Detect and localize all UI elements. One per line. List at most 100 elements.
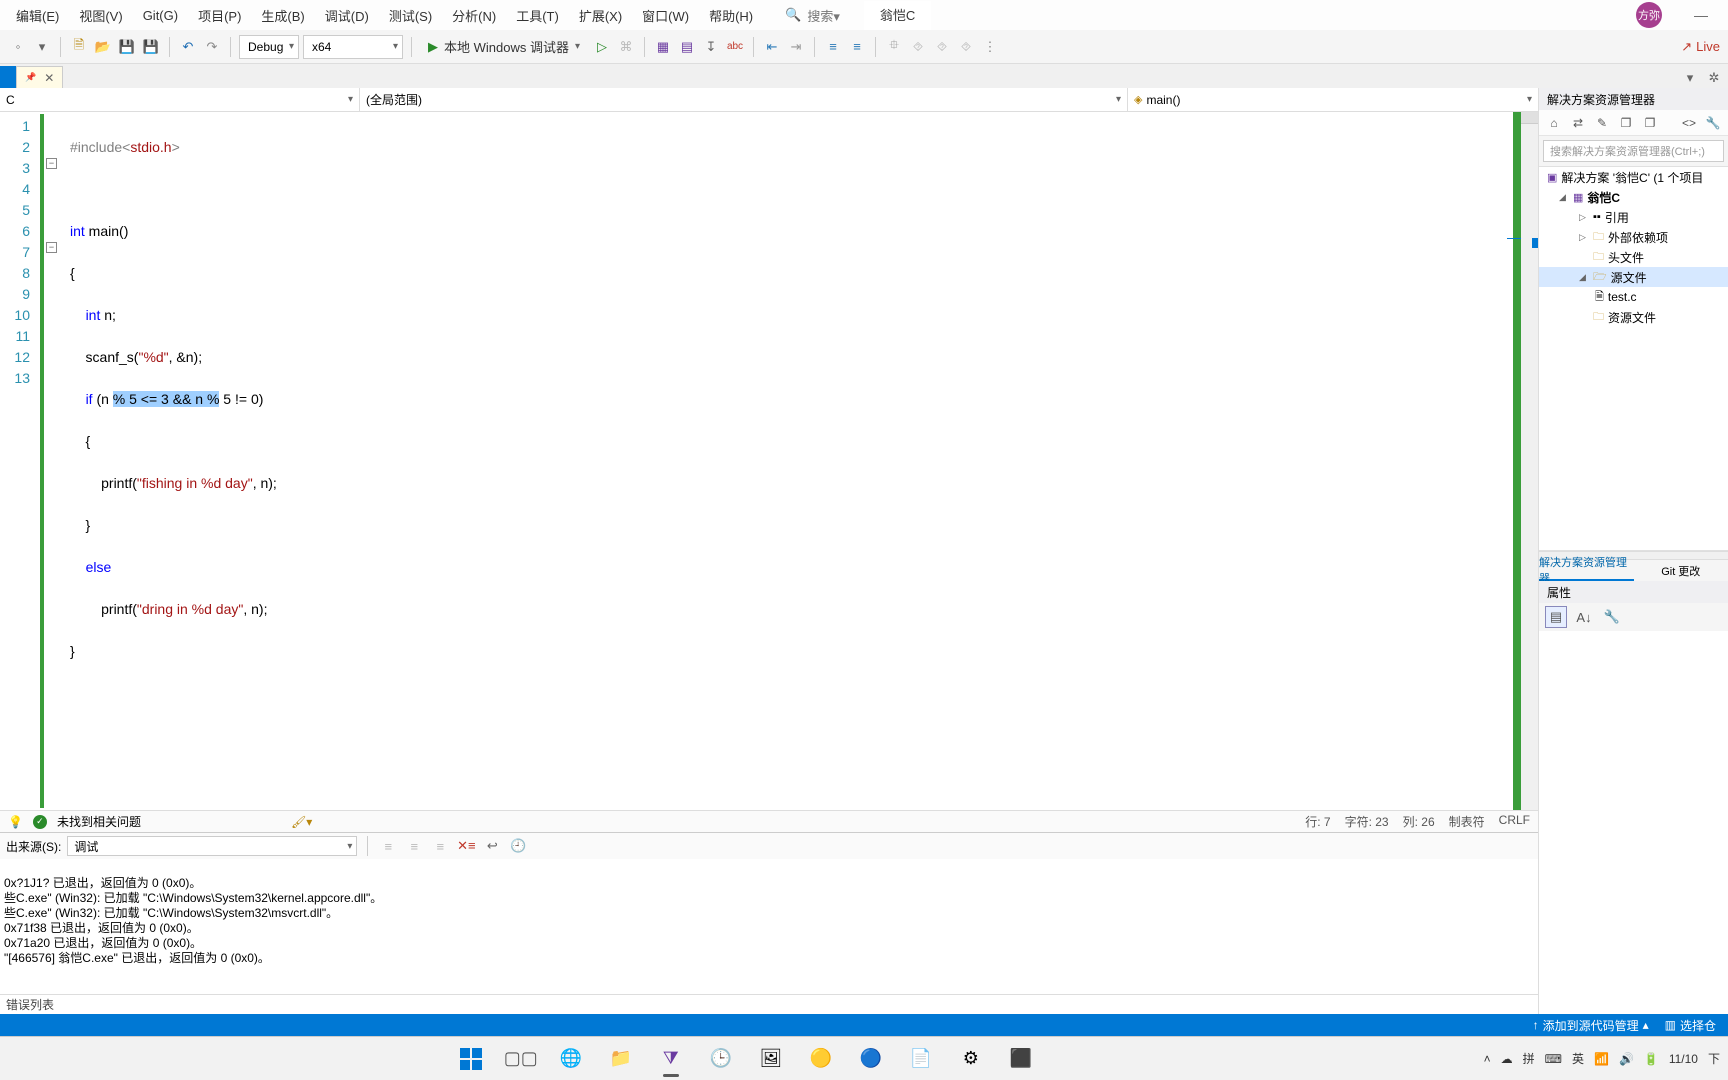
output-prev-icon[interactable]: ≡ [404, 836, 424, 856]
fwd-icon[interactable]: ▾ [32, 37, 52, 57]
open-icon[interactable]: 📂 [93, 37, 113, 57]
taskbar-taskview-icon[interactable]: ▢▢ [501, 1039, 541, 1079]
nav-project-combo[interactable]: C [0, 88, 360, 111]
live-share-button[interactable]: ↗ Live [1681, 39, 1720, 55]
pin-icon[interactable]: 📌 [25, 72, 36, 83]
indent-icon[interactable]: ⇥ [786, 37, 806, 57]
se-tab-git[interactable]: Git 更改 [1634, 560, 1728, 581]
start-debug-button[interactable]: ▶ 本地 Windows 调试器 ▾ [420, 37, 588, 56]
fold-toggle-icon[interactable]: − [46, 242, 57, 253]
tray-date[interactable]: 11/10 [1669, 1052, 1698, 1066]
document-tab-title[interactable]: 翁恺C [864, 1, 931, 30]
props-categorized-icon[interactable]: ▤ [1545, 606, 1567, 628]
code-area[interactable]: #include<stdio.h> int main() { int n; sc… [60, 112, 1520, 810]
se-wrench-icon[interactable]: 🔧 [1704, 114, 1722, 132]
menu-item-tools[interactable]: 工具(T) [508, 2, 567, 29]
menu-item-analyze[interactable]: 分析(N) [444, 2, 504, 29]
lightbulb-icon[interactable]: 💡 [8, 815, 23, 829]
outdent-icon[interactable]: ⇤ [762, 37, 782, 57]
se-tree[interactable]: ▣解决方案 '翁恺C' (1 个项目 ◢▦翁恺C ▷▪▪引用 ▷🗀外部依赖项 🗀… [1539, 166, 1728, 551]
tray-down[interactable]: 下 [1708, 1050, 1720, 1067]
output-clear-icon[interactable]: ✕≡ [456, 836, 476, 856]
list-icon[interactable]: ▤ [677, 37, 697, 57]
redo-icon[interactable]: ↷ [202, 37, 222, 57]
bmk-clear-icon[interactable]: ⯑ [956, 37, 976, 57]
taskbar-clock-icon[interactable]: 🕒 [701, 1039, 741, 1079]
platform-combo[interactable]: x64 [303, 35, 403, 59]
se-ext-node[interactable]: ▷🗀外部依赖项 [1539, 227, 1728, 247]
save-icon[interactable]: 💾 [117, 37, 137, 57]
se-header-node[interactable]: 🗀头文件 [1539, 247, 1728, 267]
status-tabs[interactable]: 制表符 [1449, 813, 1485, 830]
status-crlf[interactable]: CRLF [1499, 813, 1530, 830]
menu-item-edit[interactable]: 编辑(E) [8, 2, 67, 29]
nav-scope-combo[interactable]: (全局范围) [360, 88, 1128, 111]
output-wrap-icon[interactable]: ↩ [482, 836, 502, 856]
tray-ime-icon[interactable]: 拼 [1523, 1050, 1535, 1067]
menu-item-build[interactable]: 生成(B) [253, 2, 312, 29]
taskbar-edge-icon[interactable]: 🌐 [551, 1039, 591, 1079]
menu-item-debug[interactable]: 调试(D) [317, 2, 377, 29]
comment-icon[interactable]: ≡ [823, 37, 843, 57]
output-source-combo[interactable]: 调试 [67, 836, 357, 856]
tray-ime2-icon[interactable]: 英 [1572, 1050, 1584, 1067]
taskbar-terminal-icon[interactable]: ⬛ [1001, 1039, 1041, 1079]
nav-member-combo[interactable]: ◈main() [1128, 88, 1538, 111]
fold-toggle-icon[interactable]: − [46, 158, 57, 169]
menu-item-help[interactable]: 帮助(H) [701, 2, 761, 29]
tabstrip-overflow-icon[interactable]: ▾ [1680, 68, 1700, 88]
taskbar-explorer-icon[interactable]: 📁 [601, 1039, 641, 1079]
back-icon[interactable]: ◦ [8, 37, 28, 57]
save-all-icon[interactable]: 💾 [141, 37, 161, 57]
tray-onedrive-icon[interactable]: ☁ [1501, 1052, 1513, 1066]
new-file-icon[interactable]: 🗎 [69, 37, 89, 57]
output-body[interactable]: 0x?1J1? 已退出，返回值为 0 (0x0)。 些C.exe" (Win32… [0, 859, 1538, 994]
taskbar-photos-icon[interactable]: 🖼 [751, 1039, 791, 1079]
props-wrench-icon[interactable]: 🔧 [1601, 606, 1623, 628]
menu-item-ext[interactable]: 扩展(X) [571, 2, 630, 29]
bookmark-icon[interactable]: ⯐ [884, 37, 904, 57]
taskbar-chrome-icon[interactable]: 🟡 [801, 1039, 841, 1079]
document-tab[interactable]: 📌 ✕ [16, 66, 63, 88]
vertical-scrollbar[interactable] [1520, 112, 1538, 810]
taskbar-visualstudio-icon[interactable]: ⧩ [651, 1039, 691, 1079]
menu-item-project[interactable]: 项目(P) [190, 2, 249, 29]
user-avatar[interactable]: 方弥 [1636, 2, 1662, 28]
fold-column[interactable]: − − [44, 112, 60, 810]
se-code-icon[interactable]: <> [1680, 114, 1698, 132]
scm-button[interactable]: ↑添加到源代码管理▴ [1533, 1017, 1649, 1034]
output-time-icon[interactable]: 🕘 [508, 836, 528, 856]
brush-icon[interactable]: 🖌▾ [291, 815, 312, 829]
undo-icon[interactable]: ↶ [178, 37, 198, 57]
taskbar-start-icon[interactable] [451, 1039, 491, 1079]
uncomment-icon[interactable]: ≡ [847, 37, 867, 57]
error-list-tab[interactable]: 错误列表 [0, 994, 1538, 1014]
menu-item-git[interactable]: Git(G) [135, 4, 186, 27]
tray-battery-icon[interactable]: 🔋 [1644, 1052, 1659, 1066]
output-find-icon[interactable]: ≡ [378, 836, 398, 856]
start-nodebug-icon[interactable]: ▷ [592, 37, 612, 57]
split-grip[interactable] [1520, 112, 1538, 124]
se-copy-icon[interactable]: ❐ [1617, 114, 1635, 132]
apple-icon[interactable]: ⌘ [616, 37, 636, 57]
tabstrip-settings-icon[interactable]: ✲ [1704, 68, 1724, 88]
window-minimize-button[interactable]: — [1682, 7, 1720, 23]
grid-icon[interactable]: ▦ [653, 37, 673, 57]
se-refs-node[interactable]: ▷▪▪引用 [1539, 207, 1728, 227]
se-copy2-icon[interactable]: ❐ [1641, 114, 1659, 132]
output-next-icon[interactable]: ≡ [430, 836, 450, 856]
se-search-box[interactable]: 搜索解决方案资源管理器(Ctrl+;) [1543, 140, 1724, 162]
taskbar-edge2-icon[interactable]: 🔵 [851, 1039, 891, 1079]
se-tab-explorer[interactable]: 解决方案资源管理器 [1539, 560, 1634, 581]
bmk-next-icon[interactable]: ⯑ [932, 37, 952, 57]
menu-item-window[interactable]: 窗口(W) [634, 2, 697, 29]
abc-icon[interactable]: abc [725, 37, 745, 57]
props-alpha-icon[interactable]: A↓ [1573, 606, 1595, 628]
repo-select-button[interactable]: ▥选择仓 [1665, 1017, 1716, 1034]
se-res-node[interactable]: 🗀资源文件 [1539, 307, 1728, 327]
se-home-icon[interactable]: ⌂ [1545, 114, 1563, 132]
more-icon[interactable]: ⋮ [980, 37, 1000, 57]
code-editor[interactable]: 12345678910111213 − − #include<stdio.h> … [0, 112, 1538, 810]
taskbar-settings-icon[interactable]: ⚙ [951, 1039, 991, 1079]
menu-item-view[interactable]: 视图(V) [71, 2, 130, 29]
